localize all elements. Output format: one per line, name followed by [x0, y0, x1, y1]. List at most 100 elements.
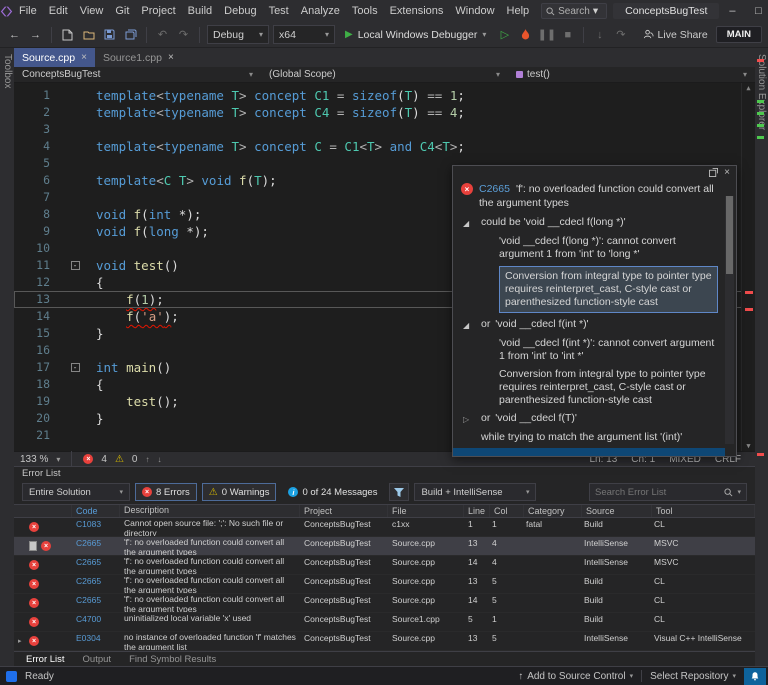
- fold-collapse-icon[interactable]: -: [71, 261, 80, 270]
- tooltip-branch-row[interactable]: ◢could be 'void __cdecl f(long *)': [461, 216, 718, 230]
- messages-filter-button[interactable]: i 0 of 24 Messages: [281, 483, 384, 501]
- menu-debug[interactable]: Debug: [218, 2, 262, 20]
- select-repository-button[interactable]: Select Repository ▾: [650, 671, 736, 682]
- break-all-icon[interactable]: ❚❚: [538, 26, 555, 44]
- error-row[interactable]: ▸×E0304no instance of overloaded functio…: [14, 632, 755, 651]
- scrollbar-thumb[interactable]: [726, 196, 733, 274]
- menu-tools[interactable]: Tools: [346, 2, 384, 20]
- close-icon[interactable]: ×: [168, 52, 174, 63]
- menu-window[interactable]: Window: [449, 2, 500, 20]
- step-into-icon[interactable]: ↓: [591, 26, 608, 44]
- title-search-box[interactable]: Search ▾: [541, 3, 607, 19]
- source-filter-dropdown[interactable]: Build + IntelliSense▾: [414, 483, 536, 501]
- header-cell-code[interactable]: Code: [72, 505, 120, 517]
- warning-count[interactable]: 0: [132, 454, 138, 465]
- configuration-dropdown[interactable]: Debug▾: [207, 25, 269, 44]
- popout-icon[interactable]: [709, 168, 718, 180]
- branch-button[interactable]: MAIN: [716, 26, 762, 43]
- menu-extensions[interactable]: Extensions: [384, 2, 450, 20]
- header-cell-line[interactable]: Line: [464, 505, 490, 517]
- minimize-button[interactable]: –: [719, 0, 745, 22]
- filter-button[interactable]: [389, 483, 409, 501]
- menu-edit[interactable]: Edit: [43, 2, 74, 20]
- menu-git[interactable]: Git: [109, 2, 135, 20]
- fold-collapse-icon[interactable]: -: [71, 363, 80, 372]
- start-debugging-button[interactable]: ▶ Local Windows Debugger ▾: [339, 25, 492, 44]
- menu-analyze[interactable]: Analyze: [295, 2, 346, 20]
- panel-tab-output[interactable]: Output: [75, 654, 120, 665]
- close-icon[interactable]: ×: [81, 52, 87, 63]
- redo-icon[interactable]: ↷: [175, 26, 192, 44]
- error-row[interactable]: ×C2665'f': no overloaded function could …: [14, 537, 755, 556]
- start-without-debugging-icon[interactable]: ▷: [496, 26, 513, 44]
- error-row[interactable]: ×C2665'f': no overloaded function could …: [14, 594, 755, 613]
- menu-file[interactable]: File: [13, 2, 43, 20]
- warnings-filter-button[interactable]: ⚠ 0 Warnings: [202, 483, 277, 501]
- document-tab[interactable]: Source1.cpp×: [95, 48, 182, 67]
- breadcrumb-project[interactable]: ConceptsBugTest ▾: [14, 67, 261, 82]
- scope-filter-dropdown[interactable]: Entire Solution▾: [22, 483, 130, 501]
- code-line[interactable]: 4template<typename T> concept C = C1<T> …: [14, 138, 755, 155]
- editor-scrollbar[interactable]: ▲ ▼: [741, 83, 755, 451]
- new-file-icon[interactable]: [59, 26, 76, 44]
- live-share-button[interactable]: Live Share: [643, 29, 708, 41]
- solution-explorer-side-tab[interactable]: Solution Explorer: [755, 48, 768, 666]
- zoom-level[interactable]: 133 %: [20, 454, 48, 465]
- warning-count-icon[interactable]: ⚠: [115, 454, 124, 465]
- error-row[interactable]: ×C2665'f': no overloaded function could …: [14, 575, 755, 594]
- close-icon[interactable]: ×: [724, 168, 730, 180]
- navigate-back-icon[interactable]: ←: [6, 26, 23, 44]
- tooltip-scrollbar[interactable]: [725, 196, 734, 444]
- save-all-icon[interactable]: [122, 26, 139, 44]
- header-cell-category[interactable]: Category: [524, 505, 582, 517]
- maximize-button[interactable]: □: [745, 0, 768, 22]
- step-over-icon[interactable]: ↷: [612, 26, 629, 44]
- panel-tab-error-list[interactable]: Error List: [18, 654, 73, 665]
- prev-issue-icon[interactable]: ↑: [145, 455, 149, 464]
- code-line[interactable]: 1template<typename T> concept C1 = sizeo…: [14, 87, 755, 104]
- chevron-expanded-icon[interactable]: ◢: [463, 217, 473, 230]
- header-cell-file[interactable]: File: [388, 505, 464, 517]
- header-cell-description[interactable]: Description: [120, 505, 300, 517]
- error-row[interactable]: ×C2665'f': no overloaded function could …: [14, 556, 755, 575]
- header-cell-source[interactable]: Source: [582, 505, 652, 517]
- save-icon[interactable]: [101, 26, 118, 44]
- chevron-expanded-icon[interactable]: ◢: [463, 319, 473, 332]
- toolbox-side-tab[interactable]: Toolbox: [0, 48, 14, 666]
- platform-dropdown[interactable]: x64▾: [273, 25, 335, 44]
- header-cell-icon[interactable]: [14, 505, 72, 517]
- undo-icon[interactable]: ↶: [154, 26, 171, 44]
- scroll-up-icon[interactable]: ▲: [742, 84, 755, 92]
- menu-test[interactable]: Test: [263, 2, 295, 20]
- next-issue-icon[interactable]: ↓: [157, 455, 161, 464]
- document-tab[interactable]: Source.cpp×: [14, 48, 95, 67]
- notifications-button[interactable]: [744, 668, 766, 685]
- menu-build[interactable]: Build: [182, 2, 218, 20]
- error-code-link[interactable]: C2665: [479, 183, 510, 195]
- error-search-input[interactable]: [595, 487, 720, 498]
- errors-filter-button[interactable]: × 8 Errors: [135, 483, 197, 501]
- menu-view[interactable]: View: [74, 2, 110, 20]
- error-row[interactable]: ×C1083Cannot open source file: ';': No s…: [14, 518, 755, 537]
- error-count[interactable]: 4: [101, 454, 107, 465]
- menu-project[interactable]: Project: [135, 2, 181, 20]
- zoom-dropdown-icon[interactable]: ▾: [56, 455, 60, 464]
- scroll-down-icon[interactable]: ▼: [742, 442, 755, 450]
- open-folder-icon[interactable]: [80, 26, 97, 44]
- panel-tab-find-symbol-results[interactable]: Find Symbol Results: [121, 654, 224, 665]
- stop-icon[interactable]: ■: [559, 26, 576, 44]
- tooltip-branch-row[interactable]: ◢or 'void __cdecl f(int *)': [461, 318, 718, 332]
- code-line[interactable]: 3: [14, 121, 755, 138]
- navigate-forward-icon[interactable]: →: [27, 26, 44, 44]
- header-cell-col[interactable]: Col: [490, 505, 524, 517]
- error-search-box[interactable]: ▾: [589, 483, 747, 501]
- tooltip-highlighted-note[interactable]: Conversion from integral type to pointer…: [499, 266, 718, 313]
- search-dropdown-icon[interactable]: ▾: [593, 2, 598, 21]
- breadcrumb-member[interactable]: test() ▾: [508, 67, 755, 82]
- header-cell-tool[interactable]: Tool: [652, 505, 755, 517]
- header-cell-project[interactable]: Project: [300, 505, 388, 517]
- menu-help[interactable]: Help: [501, 2, 536, 20]
- chevron-collapsed-icon[interactable]: ▷: [463, 413, 473, 426]
- chevron-down-icon[interactable]: ▾: [737, 488, 741, 496]
- error-row[interactable]: ×C4700uninitialized local variable 'x' u…: [14, 613, 755, 632]
